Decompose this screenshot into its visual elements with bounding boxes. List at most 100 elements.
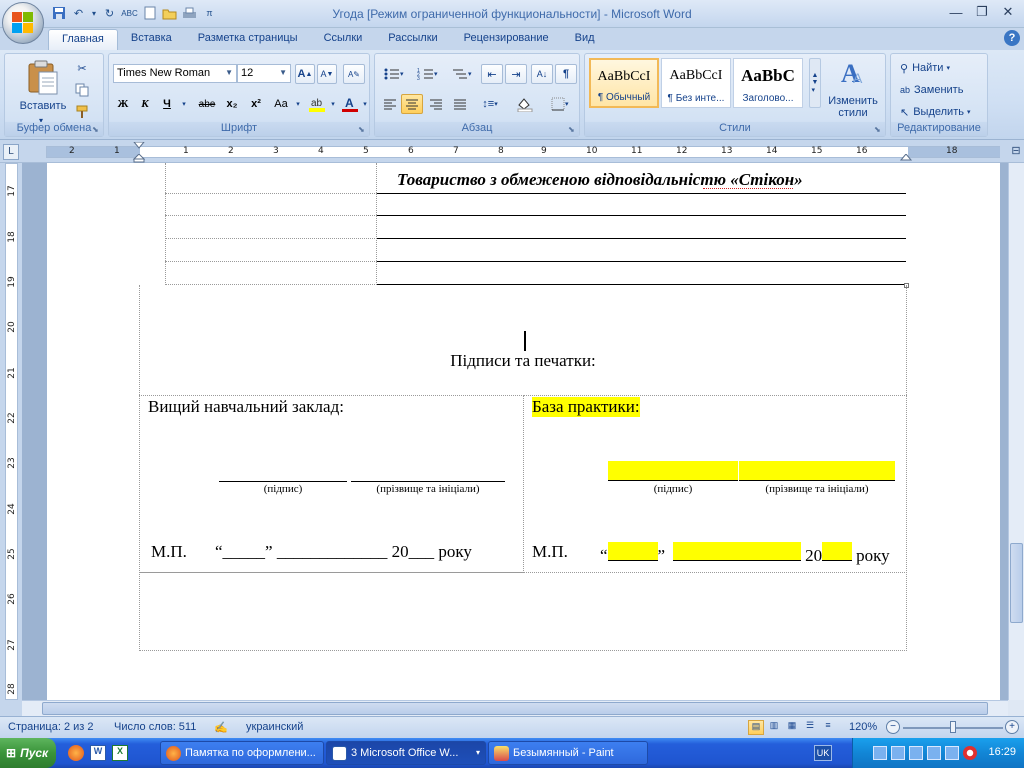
taskbar-item-word[interactable]: 3 Microsoft Office W... ▾ — [326, 741, 486, 765]
styles-launcher-icon[interactable]: ⬊ — [874, 126, 882, 134]
font-name-select[interactable]: Times New Roman ▼ — [113, 64, 237, 83]
word-count[interactable]: Число слов: 511 — [114, 721, 196, 733]
minimize-icon[interactable]: — — [944, 3, 968, 21]
grow-font-icon[interactable]: A ▲ — [295, 64, 315, 84]
select-button[interactable]: ↖ Выделить ▾ — [893, 102, 983, 122]
zoom-slider-thumb[interactable] — [950, 721, 956, 733]
language-indicator[interactable]: украинский — [246, 721, 303, 733]
left-indent-marker[interactable] — [132, 153, 146, 163]
page-counter[interactable]: Страница: 2 из 2 — [8, 721, 94, 733]
right-indent-marker[interactable] — [899, 153, 913, 163]
tab-selector-icon[interactable]: L — [3, 144, 19, 160]
tab-view[interactable]: Вид — [562, 29, 608, 50]
word-icon[interactable]: W — [90, 745, 106, 761]
style-normal[interactable]: AaBbCcI ¶ Обычный — [589, 58, 659, 108]
tab-home[interactable]: Главная — [48, 29, 118, 50]
outline-icon[interactable]: ☰ — [802, 720, 818, 735]
tab-review[interactable]: Рецензирование — [451, 29, 562, 50]
cut-icon[interactable]: ✂ — [71, 58, 93, 78]
paste-icon[interactable] — [25, 60, 61, 96]
first-line-indent-marker[interactable] — [132, 141, 146, 149]
change-styles-icon[interactable]: AA — [825, 58, 881, 86]
close-icon[interactable]: ✕ — [996, 3, 1020, 21]
proofing-icon[interactable]: ✍ — [214, 721, 228, 734]
firefox-icon[interactable] — [68, 745, 84, 761]
increase-indent-icon[interactable]: ⇥ — [505, 64, 527, 84]
change-styles-button[interactable]: Изменить стили — [823, 92, 883, 122]
subscript-button[interactable]: x₂ — [221, 94, 243, 114]
italic-button[interactable]: К — [135, 94, 155, 114]
full-screen-reading-icon[interactable]: ▥ — [766, 720, 782, 735]
styles-scroll[interactable]: ▲ ▼ ▾ — [809, 58, 821, 108]
tab-insert[interactable]: Вставка — [118, 29, 185, 50]
align-left-icon[interactable] — [379, 94, 401, 114]
style-heading[interactable]: AaBbC Заголово... — [733, 58, 803, 108]
ruler-strip[interactable]: 2 1 1 2 3 4 5 6 7 8 9 10 11 12 13 14 15 … — [46, 146, 1000, 158]
network-icon[interactable] — [927, 746, 941, 760]
font-color-dropdown-icon[interactable]: ▾ — [361, 94, 369, 114]
highlight-icon[interactable]: ab — [305, 94, 329, 114]
clear-formatting-icon[interactable]: A✎ — [343, 64, 365, 84]
justify-icon[interactable] — [449, 94, 471, 114]
paragraph-launcher-icon[interactable]: ⬊ — [568, 126, 576, 134]
highlight-dropdown-icon[interactable]: ▾ — [329, 94, 337, 114]
show-formatting-icon[interactable]: ¶ — [555, 64, 577, 84]
line-spacing-icon[interactable]: ↕≡ ▾ — [475, 94, 505, 114]
vertical-scrollbar[interactable] — [1008, 163, 1024, 700]
font-size-select[interactable]: 12 ▼ — [237, 64, 291, 83]
vertical-ruler-strip[interactable]: 17 18 19 20 21 22 23 24 25 26 27 28 — [5, 163, 18, 700]
document-page[interactable]: Товариство з обмеженою відповідальністю … — [47, 163, 1000, 700]
start-button[interactable]: ⊞ Пуск — [0, 738, 56, 768]
underline-dropdown-icon[interactable]: ▾ — [177, 94, 191, 114]
borders-icon[interactable]: ▾ — [545, 94, 575, 114]
align-right-icon[interactable] — [425, 94, 447, 114]
network-icon[interactable] — [909, 746, 923, 760]
font-launcher-icon[interactable]: ⬊ — [358, 126, 366, 134]
horizontal-scroll-thumb[interactable] — [42, 702, 988, 715]
underline-button[interactable]: Ч — [157, 94, 177, 114]
bullets-icon[interactable]: ▾ — [379, 64, 409, 84]
language-bar[interactable]: UK — [814, 745, 832, 761]
taskbar-item-paint[interactable]: Безымянный - Paint — [488, 741, 648, 765]
help-icon[interactable]: ? — [1004, 30, 1020, 46]
zoom-out-icon[interactable]: − — [886, 720, 900, 734]
sort-icon[interactable]: A↓ — [531, 64, 553, 84]
replace-button[interactable]: ab Заменить — [893, 80, 983, 100]
restore-icon[interactable]: ❐ — [970, 3, 994, 21]
tab-mailings[interactable]: Рассылки — [375, 29, 450, 50]
strikethrough-button[interactable]: abe — [195, 94, 219, 114]
superscript-button[interactable]: x² — [245, 94, 267, 114]
multilevel-list-icon[interactable]: ▾ — [447, 64, 477, 84]
find-button[interactable]: ⚲ Найти ▾ — [893, 58, 983, 78]
numbering-icon[interactable]: 1 2 3 ▾ — [413, 64, 443, 84]
change-case-button[interactable]: Aa — [269, 94, 293, 114]
opera-icon[interactable] — [963, 746, 977, 760]
style-no-spacing[interactable]: AaBbCcI ¶ Без инте... — [661, 58, 731, 108]
zoom-level[interactable]: 120% — [849, 721, 877, 733]
tab-references[interactable]: Ссылки — [311, 29, 376, 50]
excel-icon[interactable]: X — [112, 745, 128, 761]
network-icon[interactable] — [873, 746, 887, 760]
taskbar-item-firefox[interactable]: Памятка по оформлени... — [160, 741, 324, 765]
tab-page-layout[interactable]: Разметка страницы — [185, 29, 311, 50]
font-color-icon[interactable]: A — [339, 94, 361, 114]
office-button[interactable] — [2, 2, 44, 44]
copy-icon[interactable] — [71, 80, 93, 100]
bold-button[interactable]: Ж — [113, 94, 133, 114]
network-icon[interactable] — [945, 746, 959, 760]
horizontal-scrollbar[interactable] — [22, 700, 1008, 716]
network-icon[interactable] — [891, 746, 905, 760]
shrink-font-icon[interactable]: A ▼ — [317, 64, 337, 84]
align-center-icon[interactable] — [401, 94, 423, 114]
zoom-in-icon[interactable]: + — [1005, 720, 1019, 734]
shading-icon[interactable] — [511, 94, 541, 114]
web-layout-icon[interactable]: ▦ — [784, 720, 800, 735]
change-case-dropdown-icon[interactable]: ▾ — [293, 94, 303, 114]
clipboard-launcher-icon[interactable]: ⬊ — [92, 126, 100, 134]
decrease-indent-icon[interactable]: ⇤ — [481, 64, 503, 84]
format-painter-icon[interactable] — [71, 102, 93, 122]
view-ruler-icon[interactable]: ⊟ — [1008, 144, 1024, 160]
print-layout-icon[interactable]: ▤ — [748, 720, 764, 735]
vertical-scroll-thumb[interactable] — [1010, 543, 1023, 623]
draft-icon[interactable]: ≡ — [820, 720, 836, 735]
